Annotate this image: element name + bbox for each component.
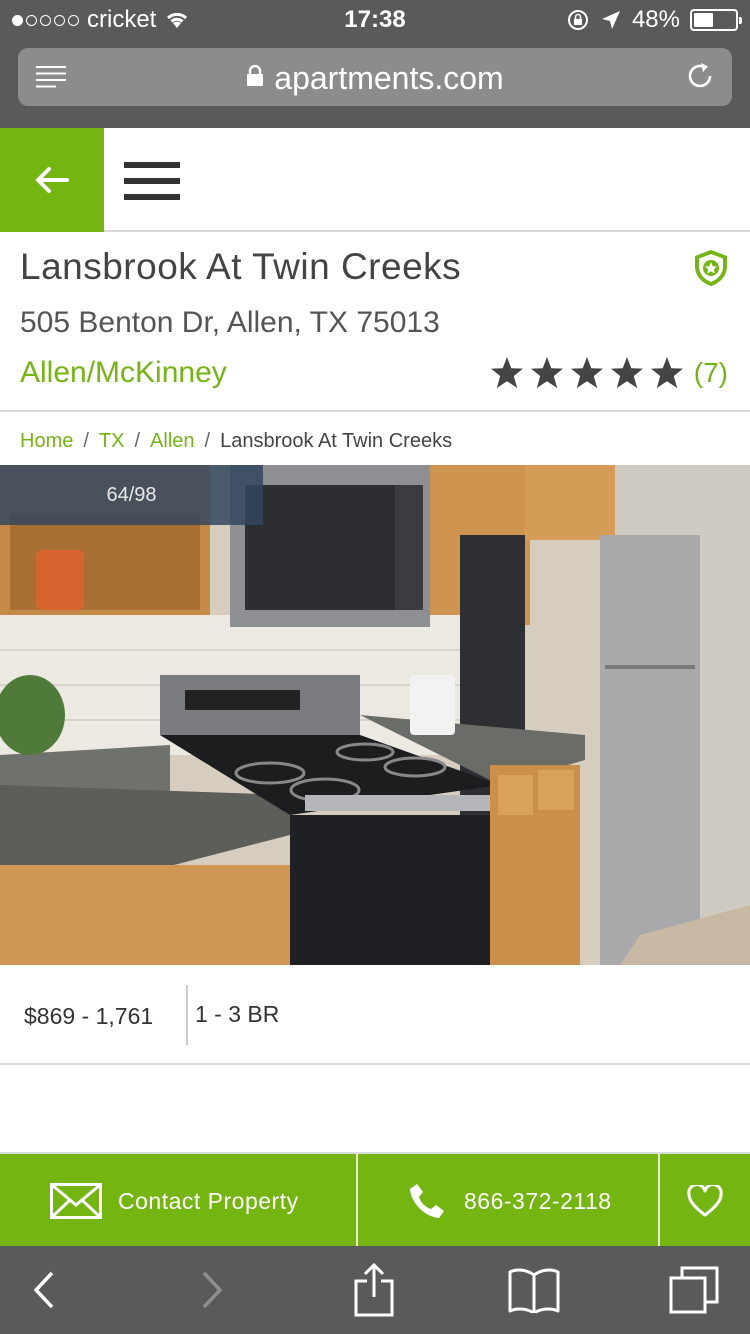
breadcrumb-home[interactable]: Home — [20, 430, 73, 453]
shield-icon[interactable] — [692, 248, 730, 288]
url-display[interactable]: apartments.com — [18, 60, 732, 97]
breadcrumb: Home / TX / Allen / Lansbrook At Twin Cr… — [20, 430, 452, 453]
call-button[interactable]: 866-372-2118 — [358, 1154, 658, 1248]
chevron-left-icon — [33, 1271, 54, 1309]
contact-bar: Contact Property 866-372-2118 — [0, 1152, 750, 1248]
browser-back-button[interactable] — [14, 1262, 74, 1318]
bookmarks-icon — [508, 1268, 560, 1313]
browser-toolbar — [0, 1246, 750, 1334]
favorite-button[interactable] — [660, 1154, 750, 1248]
pricing-row: $869 - 1,761 1 - 3 BR — [0, 965, 750, 1065]
rotation-lock-icon — [567, 10, 588, 30]
chevron-right-icon — [202, 1271, 223, 1309]
share-icon — [354, 1263, 394, 1317]
property-header: Lansbrook At Twin Creeks 505 Benton Dr, … — [0, 234, 750, 412]
pricing-divider — [186, 985, 188, 1045]
reload-icon[interactable] — [684, 60, 716, 92]
star-icon — [610, 357, 643, 388]
hamburger-icon[interactable] — [124, 162, 180, 200]
url-text: apartments.com — [274, 60, 504, 96]
property-address: 505 Benton Dr, Allen, TX 75013 — [20, 306, 440, 339]
star-rating — [490, 356, 684, 390]
envelope-icon — [50, 1183, 102, 1219]
status-bar: cricket 17:38 48% — [0, 0, 750, 40]
star-icon — [490, 357, 523, 388]
photo-gallery[interactable]: 64/98 — [0, 465, 750, 965]
breadcrumb-state[interactable]: TX — [99, 430, 125, 453]
tabs-button[interactable] — [664, 1262, 724, 1318]
browser-forward-button[interactable] — [182, 1262, 242, 1318]
contact-property-button[interactable]: Contact Property — [0, 1154, 356, 1248]
star-icon — [530, 357, 563, 388]
star-icon — [650, 357, 683, 388]
back-button[interactable] — [0, 128, 104, 232]
rent-range: $869 - 1,761 — [24, 1003, 154, 1029]
contact-property-label: Contact Property — [118, 1187, 299, 1214]
breadcrumb-current: Lansbrook At Twin Creeks — [220, 430, 453, 452]
photo-counter: 64/98 — [0, 465, 263, 525]
browser-top-chrome: cricket 17:38 48% apartments.com — [0, 0, 750, 128]
breadcrumb-city[interactable]: Allen — [150, 430, 194, 453]
review-count[interactable]: (7) — [694, 357, 728, 389]
property-name: Lansbrook At Twin Creeks — [20, 246, 462, 287]
breadcrumb-separator: / — [204, 430, 211, 452]
battery-icon — [690, 9, 742, 31]
kitchen-photo[interactable] — [0, 465, 750, 965]
breadcrumb-separator: / — [83, 430, 89, 452]
site-header — [0, 128, 750, 232]
star-icon — [570, 357, 603, 388]
phone-icon — [410, 1184, 444, 1218]
bookmarks-button[interactable] — [504, 1262, 564, 1318]
address-bar[interactable]: apartments.com — [18, 48, 732, 106]
heart-icon — [687, 1185, 723, 1217]
back-arrow-icon — [36, 167, 69, 193]
tabs-icon — [669, 1266, 719, 1314]
breadcrumb-separator: / — [134, 430, 141, 452]
rating[interactable]: (7) — [490, 356, 728, 390]
property-area-link[interactable]: Allen/McKinney — [20, 356, 227, 390]
battery-percent: 48% — [631, 6, 680, 33]
lock-icon — [247, 65, 264, 86]
share-button[interactable] — [344, 1262, 404, 1318]
bed-range: 1 - 3 BR — [195, 1001, 280, 1027]
phone-number: 866-372-2118 — [464, 1187, 612, 1214]
location-arrow-icon — [601, 11, 620, 29]
